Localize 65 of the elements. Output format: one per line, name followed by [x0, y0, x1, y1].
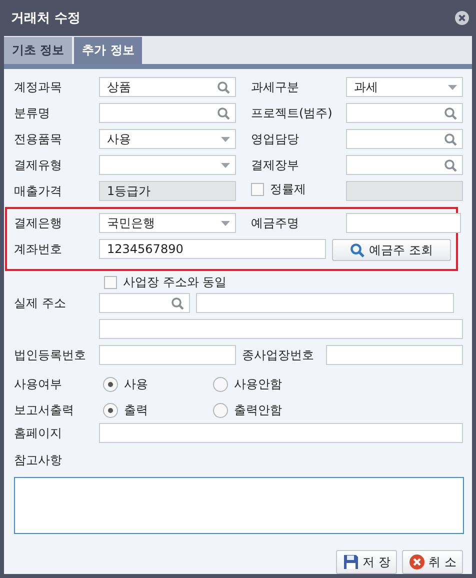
input-field[interactable] — [346, 181, 463, 201]
input-field[interactable] — [99, 345, 236, 365]
field-label: 종사업장번호 — [242, 347, 315, 364]
dropdown[interactable]: 과세 — [346, 77, 463, 97]
input-field[interactable] — [196, 293, 454, 313]
search-icon — [217, 80, 230, 94]
close-icon — [408, 554, 425, 570]
field-label: 분류명 — [14, 105, 51, 122]
field-label: 계좌번호 — [14, 241, 63, 258]
field-label: 예금주명 — [251, 215, 300, 232]
field-label: 참고사항 — [14, 452, 62, 469]
dropdown[interactable]: 사용 — [99, 129, 236, 149]
field-label: 영업담당 — [251, 131, 300, 148]
caret-icon — [221, 136, 230, 142]
dropdown[interactable]: 국민은행 — [99, 213, 236, 233]
checkbox[interactable]: 정률제 — [251, 181, 346, 198]
field-label: 전용품목 — [14, 131, 63, 148]
input-field[interactable]: 1등급가 — [99, 181, 236, 201]
field-label: 과세구분 — [251, 79, 300, 96]
search-icon — [444, 106, 457, 120]
field-label: 결제장부 — [251, 157, 300, 174]
field-label: 결제유형 — [14, 157, 63, 174]
field-label: 매출가격 — [14, 183, 63, 200]
input-field[interactable] — [346, 213, 461, 233]
search-field[interactable] — [346, 155, 463, 175]
field-label: 계정과목 — [14, 79, 63, 96]
field-label: 보고서출력 — [14, 402, 75, 419]
search-field[interactable] — [99, 103, 236, 123]
field-label: 프로젝트(범주) — [251, 105, 334, 122]
caret-icon — [221, 220, 230, 226]
close-icon — [455, 11, 469, 25]
radio-button[interactable]: 사용 — [103, 376, 213, 392]
search-icon — [217, 106, 230, 120]
close-button[interactable] — [455, 11, 469, 25]
radio-button[interactable]: 출력 — [103, 402, 213, 418]
field-label: 홈페이지 — [14, 425, 63, 442]
window-title: 거래처 수정 — [11, 10, 81, 27]
search-field[interactable] — [346, 129, 463, 149]
input-field[interactable] — [326, 345, 463, 365]
search-icon — [444, 132, 457, 146]
caret-icon — [448, 84, 457, 90]
text-area[interactable] — [14, 477, 464, 534]
search-field[interactable] — [346, 103, 463, 123]
field-label: 사용여부 — [14, 376, 63, 393]
field-label: 법인등록번호 — [14, 347, 87, 364]
cancel-button[interactable]: 취 소 — [402, 550, 463, 574]
caret-icon — [221, 162, 230, 168]
save-button[interactable]: 저 장 — [336, 550, 397, 574]
search-field[interactable] — [99, 293, 190, 313]
tab[interactable]: 기초 정보 — [4, 37, 72, 64]
input-field[interactable] — [99, 423, 463, 443]
dropdown[interactable] — [99, 155, 236, 175]
field-label: 실제 주소 — [14, 295, 67, 312]
radio-button[interactable]: 사용안함 — [213, 376, 363, 392]
field-label: 결제은행 — [14, 215, 63, 232]
checkbox[interactable]: 사업장 주소와 동일 — [104, 274, 454, 290]
input-field[interactable]: 1234567890 — [99, 239, 326, 259]
input-field[interactable] — [99, 319, 463, 339]
search-button[interactable]: 예금주 조회 — [332, 239, 451, 261]
tab[interactable]: 추가 정보 — [74, 37, 142, 64]
search-icon — [350, 242, 366, 258]
search-field[interactable]: 상품 — [99, 77, 236, 97]
radio-button[interactable]: 출력안함 — [213, 402, 363, 418]
search-icon — [444, 158, 457, 172]
search-icon — [171, 296, 184, 310]
